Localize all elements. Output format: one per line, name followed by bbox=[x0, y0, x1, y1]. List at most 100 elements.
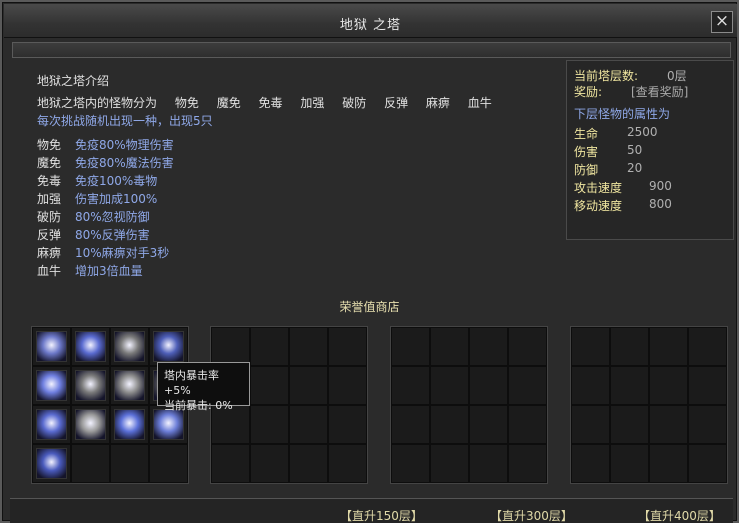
shop-slot[interactable] bbox=[430, 405, 469, 444]
attribute-name: 免毒 bbox=[37, 174, 62, 188]
item-tooltip: 塔内暴击率+5% 当前暴击: 0% bbox=[157, 362, 250, 412]
caster-figure-skill-icon[interactable] bbox=[153, 331, 184, 362]
grey-orb-skill-icon[interactable] bbox=[114, 370, 145, 401]
shop-slot[interactable] bbox=[469, 327, 508, 366]
current-floor-label: 当前塔层数: bbox=[574, 69, 639, 83]
view-reward-link[interactable]: [查看奖励] bbox=[631, 83, 688, 100]
shop-slot[interactable] bbox=[328, 405, 367, 444]
shop-slot[interactable] bbox=[688, 405, 727, 444]
shop-slot[interactable] bbox=[289, 405, 328, 444]
shop-slot[interactable] bbox=[649, 327, 688, 366]
shop-slot[interactable] bbox=[508, 327, 547, 366]
attribute-desc: 免疫100%毒物 bbox=[75, 174, 158, 188]
shop-slot[interactable] bbox=[571, 366, 610, 405]
shop-slot[interactable] bbox=[571, 405, 610, 444]
shop-slot[interactable] bbox=[391, 405, 430, 444]
shop-slot[interactable] bbox=[32, 327, 71, 366]
shop-slot[interactable] bbox=[211, 444, 250, 483]
attribute-row: 免毒 免疫100%毒物 bbox=[37, 172, 174, 190]
shop-slot[interactable] bbox=[610, 327, 649, 366]
next-floor-header: 下层怪物的属性为 bbox=[574, 107, 671, 121]
shop-slot[interactable] bbox=[508, 366, 547, 405]
attribute-desc: 增加3倍血量 bbox=[75, 264, 143, 278]
shop-slot[interactable] bbox=[610, 366, 649, 405]
shop-slot[interactable] bbox=[71, 366, 110, 405]
shop-slot[interactable] bbox=[688, 327, 727, 366]
crest-skill-icon[interactable] bbox=[36, 448, 67, 479]
shop-slot[interactable] bbox=[32, 405, 71, 444]
bottom-bar: 【直升150层】 【直升300层】 【直升400层】 bbox=[10, 498, 733, 523]
shop-slot[interactable] bbox=[211, 327, 250, 366]
shop-slot[interactable] bbox=[328, 327, 367, 366]
attribute-desc: 伤害加成100% bbox=[75, 192, 158, 206]
stat-value: 20 bbox=[627, 161, 643, 175]
burst-skill-icon[interactable] bbox=[75, 409, 106, 440]
shop-slot[interactable] bbox=[250, 405, 289, 444]
shop-slot[interactable] bbox=[508, 405, 547, 444]
shop-slot[interactable] bbox=[430, 366, 469, 405]
shop-slot[interactable] bbox=[110, 327, 149, 366]
attribute-name: 加强 bbox=[37, 192, 62, 206]
shop-slot[interactable] bbox=[328, 444, 367, 483]
hell-tower-window: 地狱 之塔 × 地狱之塔介绍 地狱之塔内的怪物分为 物免 魔免 免毒 加强 破防… bbox=[0, 0, 739, 523]
ice-shard-skill-icon[interactable] bbox=[36, 370, 67, 401]
shop-slot[interactable] bbox=[32, 366, 71, 405]
ascend-300-button[interactable]: 【直升300层】 bbox=[490, 507, 573, 523]
stat-label: 攻击速度 bbox=[574, 181, 623, 195]
shop-slot[interactable] bbox=[469, 444, 508, 483]
monster-type: 麻痹 bbox=[425, 96, 450, 110]
monster-types-line: 地狱之塔内的怪物分为 物免 魔免 免毒 加强 破防 反弹 麻痹 血牛 bbox=[37, 94, 506, 111]
attribute-name: 破防 bbox=[37, 210, 62, 224]
shop-slot[interactable] bbox=[32, 444, 71, 483]
monster-type: 物免 bbox=[174, 96, 199, 110]
shop-slot[interactable] bbox=[110, 444, 149, 483]
shop-slot[interactable] bbox=[688, 366, 727, 405]
intro-title: 地狱之塔介绍 bbox=[37, 74, 110, 88]
snowflake-skill-icon[interactable] bbox=[153, 409, 184, 440]
ascend-400-button[interactable]: 【直升400层】 bbox=[638, 507, 721, 523]
shop-slot[interactable] bbox=[571, 444, 610, 483]
shop-slot[interactable] bbox=[469, 366, 508, 405]
shop-slot[interactable] bbox=[289, 366, 328, 405]
shop-slot[interactable] bbox=[289, 327, 328, 366]
shop-slot[interactable] bbox=[250, 444, 289, 483]
title-bar[interactable]: 地狱 之塔 × bbox=[4, 4, 737, 38]
shop-slot[interactable] bbox=[649, 444, 688, 483]
shop-slot[interactable] bbox=[250, 327, 289, 366]
shop-slot[interactable] bbox=[391, 444, 430, 483]
shop-slot[interactable] bbox=[71, 405, 110, 444]
shop-slot[interactable] bbox=[391, 327, 430, 366]
header-divider bbox=[12, 42, 731, 58]
ascend-150-button[interactable]: 【直升150层】 bbox=[340, 507, 423, 523]
shop-slot[interactable] bbox=[649, 405, 688, 444]
shop-slot[interactable] bbox=[71, 444, 110, 483]
shop-slot[interactable] bbox=[391, 366, 430, 405]
shop-slot[interactable] bbox=[508, 444, 547, 483]
shop-slot[interactable] bbox=[250, 366, 289, 405]
shop-slot[interactable] bbox=[430, 444, 469, 483]
shop-slot[interactable] bbox=[71, 327, 110, 366]
blade-skill-icon[interactable] bbox=[36, 409, 67, 440]
shop-slot[interactable] bbox=[110, 366, 149, 405]
shop-slot[interactable] bbox=[328, 366, 367, 405]
shop-slot[interactable] bbox=[688, 444, 727, 483]
shop-slot[interactable] bbox=[110, 405, 149, 444]
lightning-figure-skill-icon[interactable] bbox=[75, 331, 106, 362]
stone-fist-skill-icon[interactable] bbox=[75, 370, 106, 401]
monster-type: 免毒 bbox=[258, 96, 283, 110]
shop-slot[interactable] bbox=[571, 327, 610, 366]
monster-types-prefix: 地狱之塔内的怪物分为 bbox=[37, 96, 158, 110]
shop-slot[interactable] bbox=[610, 444, 649, 483]
shield-skill-icon[interactable] bbox=[36, 331, 67, 362]
shop-slot[interactable] bbox=[149, 444, 188, 483]
close-button[interactable]: × bbox=[711, 11, 733, 33]
frost-strike-skill-icon[interactable] bbox=[114, 409, 145, 440]
shop-slot[interactable] bbox=[469, 405, 508, 444]
shop-slot[interactable] bbox=[289, 444, 328, 483]
shop-slot[interactable] bbox=[149, 327, 188, 366]
shop-slot[interactable] bbox=[430, 327, 469, 366]
shop-slot[interactable] bbox=[649, 366, 688, 405]
shop-grid-4 bbox=[570, 326, 728, 484]
shop-slot[interactable] bbox=[610, 405, 649, 444]
tree-spirit-skill-icon[interactable] bbox=[114, 331, 145, 362]
